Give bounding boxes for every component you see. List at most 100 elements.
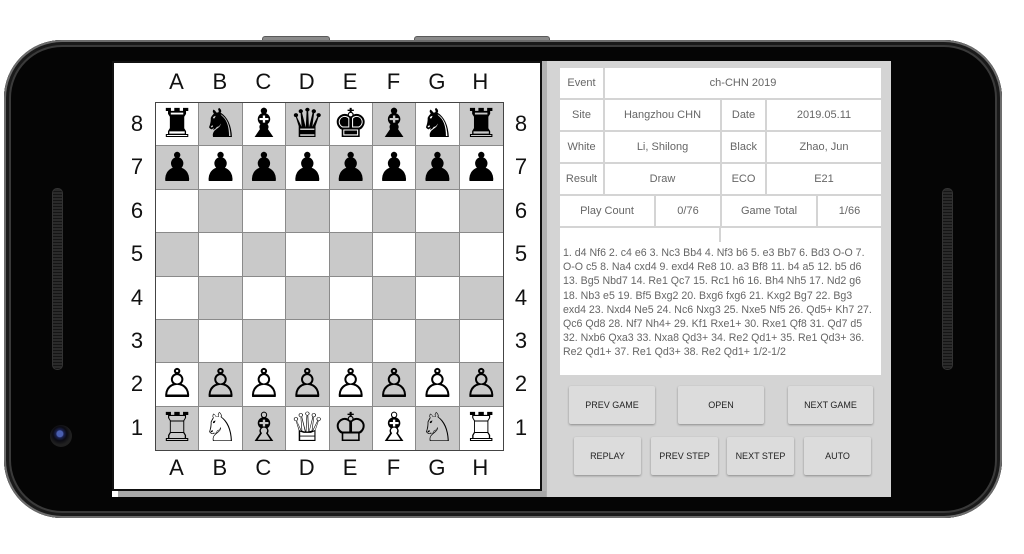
black-knight-icon[interactable]: ♞ xyxy=(420,104,456,144)
square-h6[interactable] xyxy=(459,189,503,234)
white-pawn-icon[interactable]: ♙ xyxy=(463,364,499,404)
square-d5[interactable] xyxy=(286,233,330,277)
black-rook-icon[interactable]: ♜ xyxy=(159,104,195,144)
square-e6[interactable] xyxy=(329,189,373,234)
square-f8[interactable]: ♝ xyxy=(372,103,417,147)
white-bishop-icon[interactable]: ♗ xyxy=(376,408,412,448)
white-knight-icon[interactable]: ♘ xyxy=(203,408,239,448)
square-b6[interactable] xyxy=(199,189,243,234)
square-a8[interactable]: ♜ xyxy=(156,103,200,147)
black-pawn-icon[interactable]: ♟ xyxy=(159,148,195,188)
white-pawn-icon[interactable]: ♙ xyxy=(159,364,195,404)
square-e8[interactable]: ♚ xyxy=(329,103,373,147)
next-step-button[interactable]: NEXT STEP xyxy=(727,437,794,475)
square-c3[interactable] xyxy=(242,319,287,364)
black-bishop-icon[interactable]: ♝ xyxy=(246,104,282,144)
next-game-button[interactable]: NEXT GAME xyxy=(788,386,873,424)
square-d4[interactable] xyxy=(286,276,330,320)
square-c5[interactable] xyxy=(242,233,287,277)
square-c4[interactable] xyxy=(242,276,287,320)
black-pawn-icon[interactable]: ♟ xyxy=(289,148,325,188)
square-g7[interactable]: ♟ xyxy=(416,146,460,190)
square-b5[interactable] xyxy=(199,233,243,277)
white-pawn-icon[interactable]: ♙ xyxy=(246,364,282,404)
white-pawn-icon[interactable]: ♙ xyxy=(376,364,412,404)
white-king-icon[interactable]: ♔ xyxy=(333,408,369,448)
square-f2[interactable]: ♙ xyxy=(372,363,417,407)
square-d1[interactable]: ♕ xyxy=(286,406,330,450)
prev-step-button[interactable]: PREV STEP xyxy=(651,437,718,475)
square-a1[interactable]: ♖ xyxy=(156,406,200,450)
white-queen-icon[interactable]: ♕ xyxy=(289,408,325,448)
square-a4[interactable] xyxy=(156,276,200,320)
square-h8[interactable]: ♜ xyxy=(459,103,503,147)
white-pawn-icon[interactable]: ♙ xyxy=(420,364,456,404)
white-bishop-icon[interactable]: ♗ xyxy=(246,408,282,448)
square-g6[interactable] xyxy=(416,189,460,234)
square-h3[interactable] xyxy=(459,319,503,364)
square-e7[interactable]: ♟ xyxy=(329,146,373,190)
prev-game-button[interactable]: PREV GAME xyxy=(569,386,655,424)
black-king-icon[interactable]: ♚ xyxy=(333,104,369,144)
square-g2[interactable]: ♙ xyxy=(416,363,460,407)
square-d6[interactable] xyxy=(286,189,330,234)
square-d2[interactable]: ♙ xyxy=(286,363,330,407)
square-a6[interactable] xyxy=(156,189,200,234)
square-g3[interactable] xyxy=(416,319,460,364)
square-e1[interactable]: ♔ xyxy=(329,406,373,450)
square-h1[interactable]: ♖ xyxy=(459,406,503,450)
open-button[interactable]: OPEN xyxy=(678,386,764,424)
square-h2[interactable]: ♙ xyxy=(459,363,503,407)
square-e2[interactable]: ♙ xyxy=(329,363,373,407)
black-queen-icon[interactable]: ♛ xyxy=(289,104,325,144)
square-b2[interactable]: ♙ xyxy=(199,363,243,407)
square-d7[interactable]: ♟ xyxy=(286,146,330,190)
auto-button[interactable]: AUTO xyxy=(804,437,871,475)
white-knight-icon[interactable]: ♘ xyxy=(420,408,456,448)
square-h5[interactable] xyxy=(459,233,503,277)
square-e4[interactable] xyxy=(329,276,373,320)
white-rook-icon[interactable]: ♖ xyxy=(159,408,195,448)
black-pawn-icon[interactable]: ♟ xyxy=(203,148,239,188)
square-h4[interactable] xyxy=(459,276,503,320)
black-pawn-icon[interactable]: ♟ xyxy=(376,148,412,188)
white-pawn-icon[interactable]: ♙ xyxy=(203,364,239,404)
square-b3[interactable] xyxy=(199,319,243,364)
black-pawn-icon[interactable]: ♟ xyxy=(420,148,456,188)
square-f1[interactable]: ♗ xyxy=(372,406,417,450)
black-knight-icon[interactable]: ♞ xyxy=(203,104,239,144)
square-f5[interactable] xyxy=(372,233,417,277)
chess-board[interactable]: ♜ ♞ ♝ ♛ ♚ ♝ ♞ ♜ ♟ ♟ ♟ ♟ ♟ ♟ ♟ ♟ ♙ ♙ ♙ ♙ ♙ ♙ ♙ ♙ ♖ ♘ ♗ ♕ ♔ ♗ ♘ ♖ xyxy=(155,102,504,451)
black-rook-icon[interactable]: ♜ xyxy=(463,104,499,144)
black-bishop-icon[interactable]: ♝ xyxy=(376,104,412,144)
square-b7[interactable]: ♟ xyxy=(199,146,243,190)
square-c7[interactable]: ♟ xyxy=(242,146,287,190)
black-pawn-icon[interactable]: ♟ xyxy=(333,148,369,188)
square-e3[interactable] xyxy=(329,319,373,364)
white-pawn-icon[interactable]: ♙ xyxy=(289,364,325,404)
black-pawn-icon[interactable]: ♟ xyxy=(463,148,499,188)
square-f3[interactable] xyxy=(372,319,417,364)
square-c2[interactable]: ♙ xyxy=(242,363,287,407)
white-pawn-icon[interactable]: ♙ xyxy=(333,364,369,404)
square-b4[interactable] xyxy=(199,276,243,320)
square-g5[interactable] xyxy=(416,233,460,277)
square-a5[interactable] xyxy=(156,233,200,277)
square-c6[interactable] xyxy=(242,189,287,234)
square-c1[interactable]: ♗ xyxy=(242,406,287,450)
square-b1[interactable]: ♘ xyxy=(199,406,243,450)
square-f6[interactable] xyxy=(372,189,417,234)
square-c8[interactable]: ♝ xyxy=(242,103,287,147)
square-f7[interactable]: ♟ xyxy=(372,146,417,190)
square-d3[interactable] xyxy=(286,319,330,364)
replay-button[interactable]: REPLAY xyxy=(574,437,641,475)
white-rook-icon[interactable]: ♖ xyxy=(463,408,499,448)
square-a2[interactable]: ♙ xyxy=(156,363,200,407)
square-b8[interactable]: ♞ xyxy=(199,103,243,147)
square-a3[interactable] xyxy=(156,319,200,364)
square-g1[interactable]: ♘ xyxy=(416,406,460,450)
square-e5[interactable] xyxy=(329,233,373,277)
move-list[interactable]: 1. d4 Nf6 2. c4 e6 3. Nc3 Bb4 4. Nf3 b6 … xyxy=(560,242,881,375)
square-f4[interactable] xyxy=(372,276,417,320)
square-d8[interactable]: ♛ xyxy=(286,103,330,147)
